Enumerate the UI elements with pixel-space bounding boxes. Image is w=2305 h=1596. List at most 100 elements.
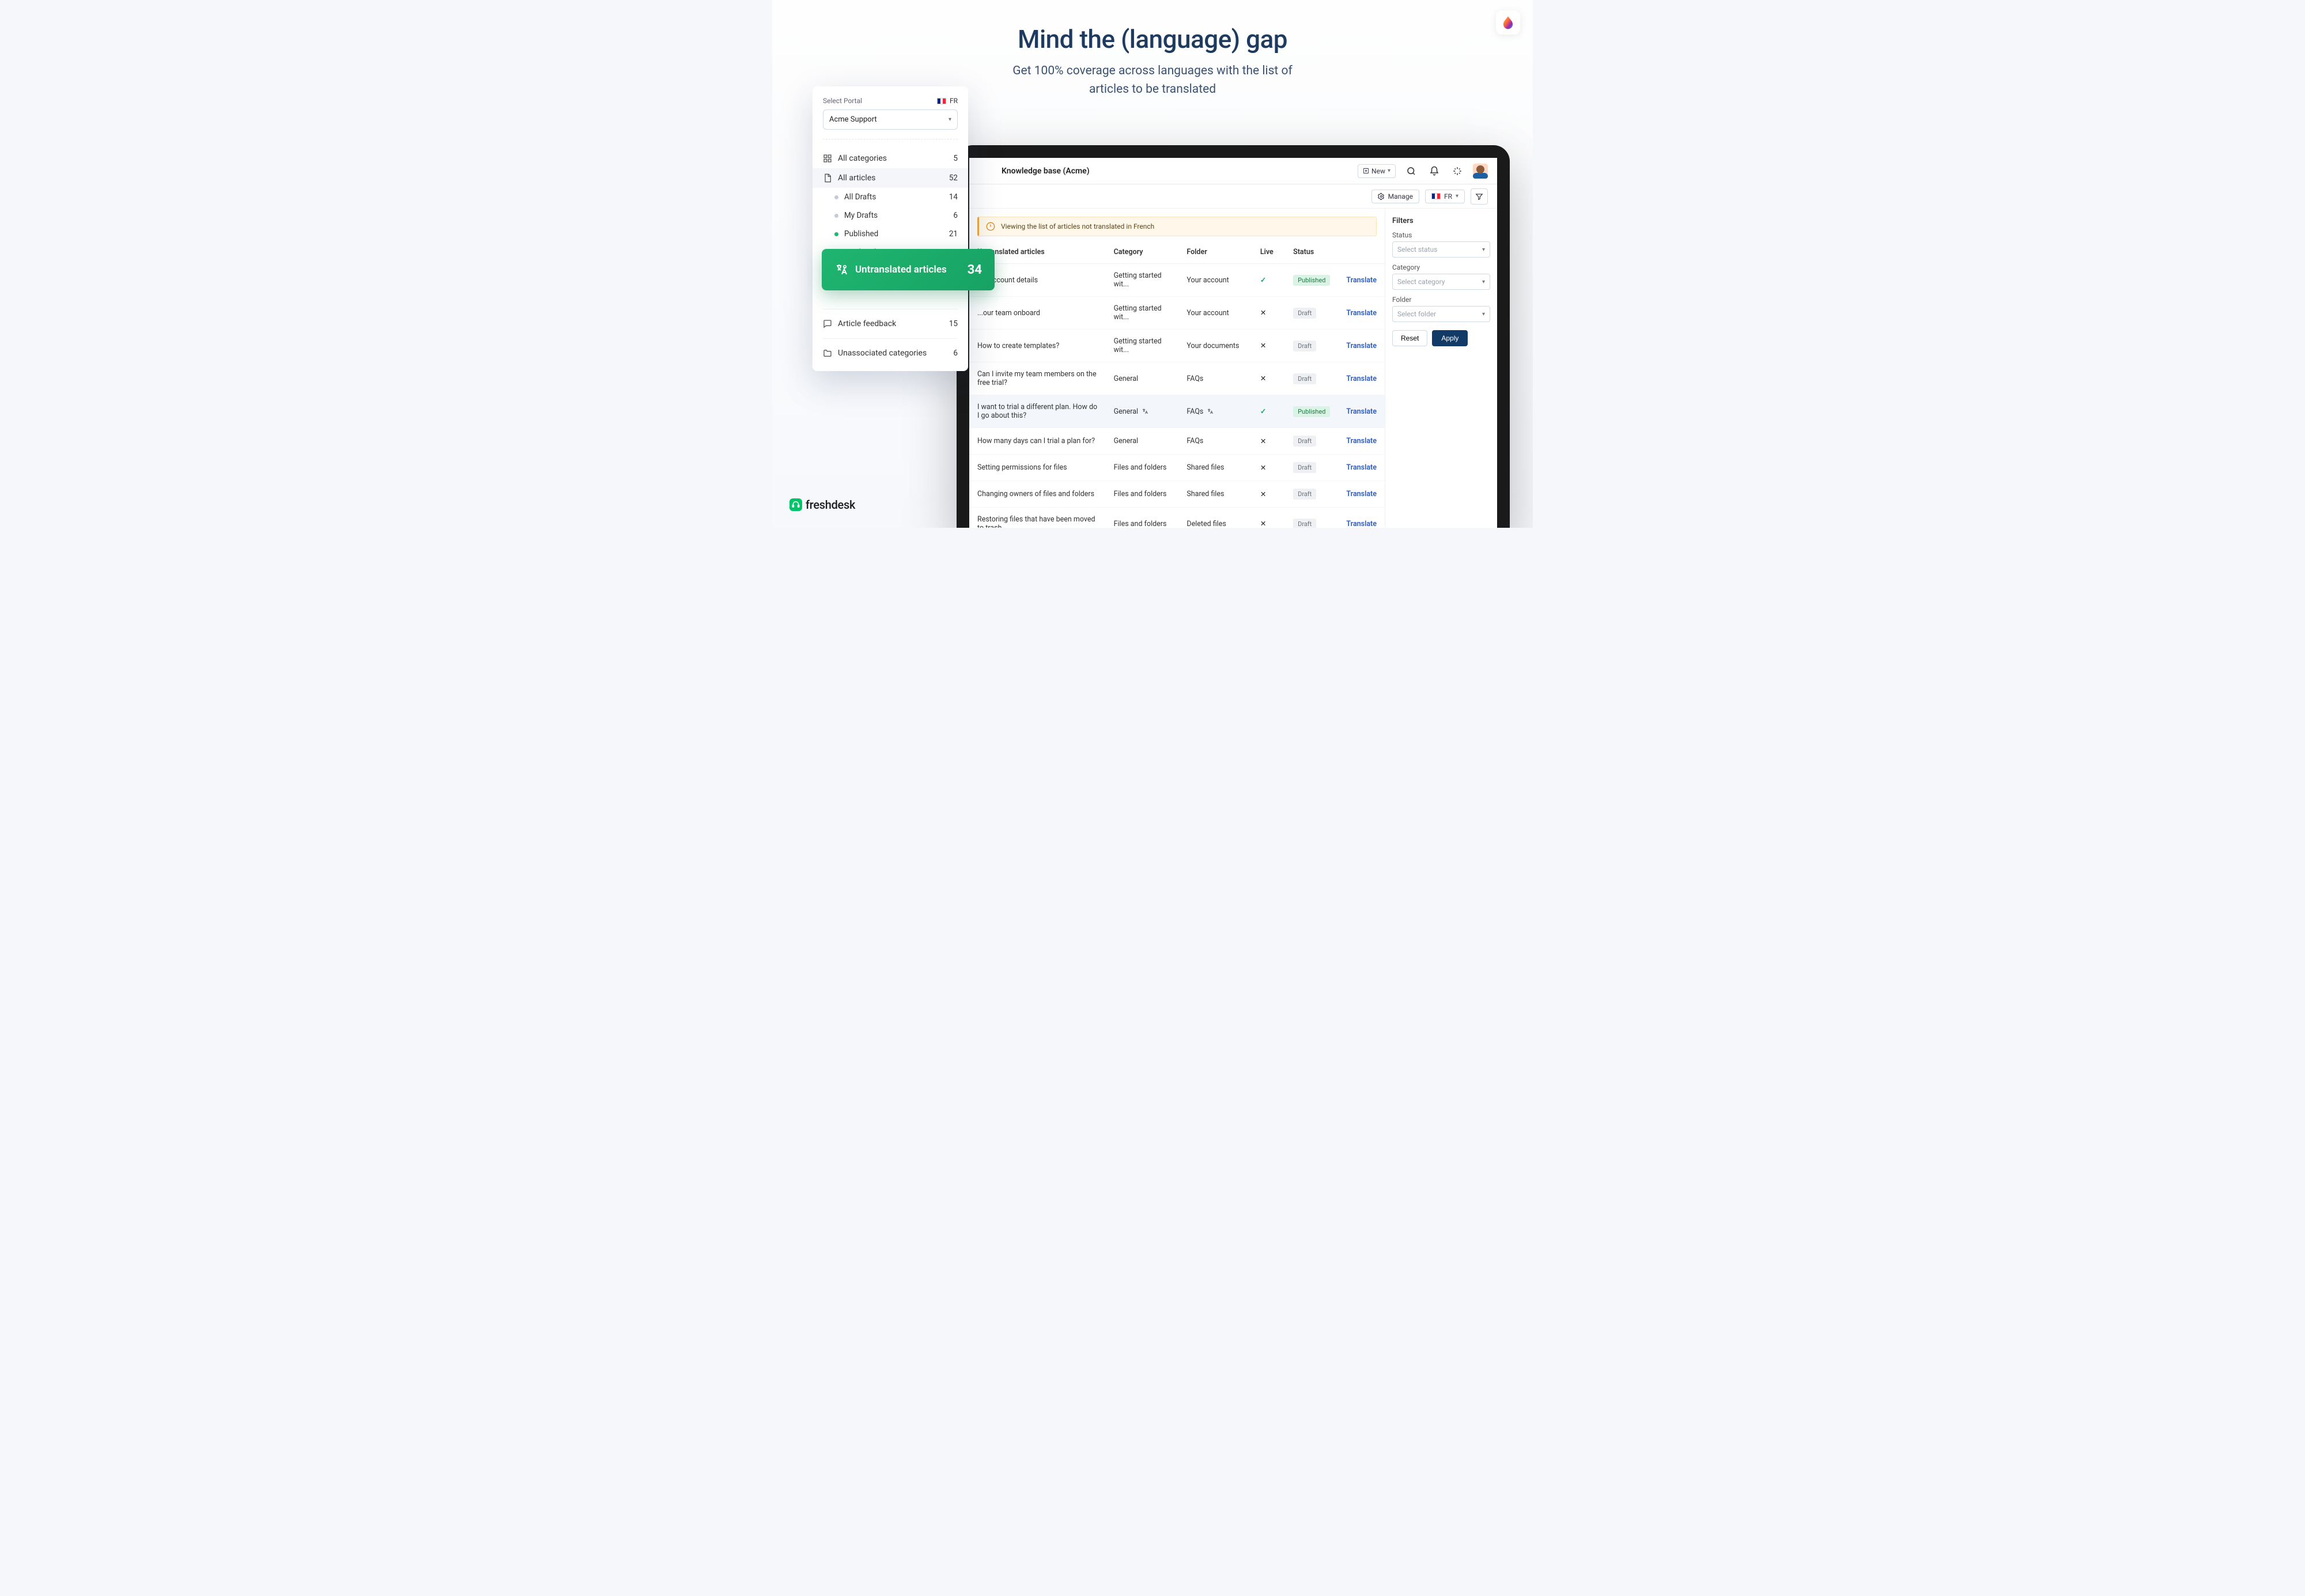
portal-select[interactable]: Acme Support ▾ bbox=[823, 109, 958, 130]
cell-live: ✓ bbox=[1252, 395, 1285, 428]
cell-title: ...our team onboard bbox=[969, 297, 1106, 330]
translate-link[interactable]: Translate bbox=[1346, 309, 1377, 317]
sidebar-sub-all-drafts[interactable]: All Drafts14 bbox=[813, 188, 968, 206]
table-row[interactable]: Setting permissions for filesFiles and f… bbox=[969, 455, 1385, 481]
cell-category: Getting started wit... bbox=[1106, 330, 1179, 362]
x-icon: ✕ bbox=[1260, 464, 1266, 472]
filter-status-select[interactable]: Select status▾ bbox=[1392, 241, 1490, 258]
hero-title: Mind the (language) gap bbox=[772, 24, 1533, 54]
translate-link[interactable]: Translate bbox=[1346, 375, 1377, 383]
chevron-down-icon: ▾ bbox=[1456, 193, 1458, 199]
filter-toggle-button[interactable] bbox=[1471, 188, 1488, 205]
status-badge: Published bbox=[1293, 406, 1330, 417]
col-live[interactable]: Live bbox=[1252, 241, 1285, 264]
alert-icon bbox=[986, 222, 995, 231]
cell-live: ✕ bbox=[1252, 481, 1285, 508]
x-icon: ✕ bbox=[1260, 342, 1266, 350]
filters-panel: Filters Status Select status▾ Category S… bbox=[1385, 209, 1497, 528]
table-row[interactable]: ...g account detailsGetting started wit.… bbox=[969, 264, 1385, 297]
page-title: Knowledge base (Acme) bbox=[1002, 167, 1090, 176]
cell-live: ✕ bbox=[1252, 428, 1285, 455]
freshdesk-logo: freshdesk bbox=[789, 498, 855, 512]
gear-icon bbox=[1378, 193, 1385, 200]
sidebar-lang-code: FR bbox=[950, 97, 958, 105]
banner-text: Viewing the list of articles not transla… bbox=[1001, 222, 1154, 230]
sidebar-sub-published[interactable]: Published21 bbox=[813, 225, 968, 243]
select-portal-label: Select Portal bbox=[823, 97, 862, 105]
x-icon: ✕ bbox=[1260, 309, 1266, 317]
cell-status: Published bbox=[1285, 264, 1338, 297]
table-row[interactable]: I want to trial a different plan. How do… bbox=[969, 395, 1385, 428]
menu-icon[interactable] bbox=[978, 164, 993, 179]
cell-status: Draft bbox=[1285, 362, 1338, 395]
reset-button[interactable]: Reset bbox=[1392, 330, 1427, 346]
cell-title: How many days can I trial a plan for? bbox=[969, 428, 1106, 455]
filter-folder-label: Folder bbox=[1392, 296, 1490, 304]
avatar[interactable] bbox=[1473, 164, 1488, 179]
info-banner: Viewing the list of articles not transla… bbox=[977, 217, 1377, 236]
table-row[interactable]: How many days can I trial a plan for?Gen… bbox=[969, 428, 1385, 455]
cell-folder: Deleted files bbox=[1178, 508, 1252, 528]
sidebar-item-all-categories[interactable]: All categories 5 bbox=[813, 149, 968, 168]
cell-category: Getting started wit... bbox=[1106, 297, 1179, 330]
untranslated-articles-callout[interactable]: Untranslated articles 34 bbox=[822, 249, 995, 290]
cell-live: ✕ bbox=[1252, 455, 1285, 481]
new-button[interactable]: New ▾ bbox=[1358, 164, 1396, 178]
cell-live: ✕ bbox=[1252, 330, 1285, 362]
cell-live: ✓ bbox=[1252, 264, 1285, 297]
bell-icon[interactable] bbox=[1427, 164, 1442, 179]
table-row[interactable]: Restoring files that have been moved to … bbox=[969, 508, 1385, 528]
chevron-down-icon: ▾ bbox=[949, 116, 951, 123]
translate-link[interactable]: Translate bbox=[1346, 520, 1377, 528]
cell-category: Files and folders bbox=[1106, 508, 1179, 528]
app-header: Knowledge base (Acme) New ▾ bbox=[969, 158, 1497, 184]
status-badge: Draft bbox=[1293, 308, 1316, 319]
manage-button[interactable]: Manage bbox=[1371, 190, 1419, 203]
cell-status: Draft bbox=[1285, 455, 1338, 481]
cell-status: Draft bbox=[1285, 330, 1338, 362]
freshdesk-wordmark: freshdesk bbox=[806, 498, 855, 512]
flame-icon bbox=[1501, 15, 1516, 30]
sidebar-item-article-feedback[interactable]: Article feedback 15 bbox=[813, 314, 968, 334]
cell-title: I want to trial a different plan. How do… bbox=[969, 395, 1106, 428]
col-status[interactable]: Status bbox=[1285, 241, 1338, 264]
table-row[interactable]: ...our team onboardGetting started wit..… bbox=[969, 297, 1385, 330]
x-icon: ✕ bbox=[1260, 375, 1266, 383]
check-icon: ✓ bbox=[1260, 276, 1266, 285]
translate-link[interactable]: Translate bbox=[1346, 490, 1377, 498]
translate-link[interactable]: Translate bbox=[1346, 463, 1377, 472]
sidebar-item-all-articles[interactable]: All articles 52 bbox=[813, 168, 968, 188]
cell-category: General bbox=[1106, 395, 1179, 428]
apply-button[interactable]: Apply bbox=[1432, 330, 1468, 346]
filter-folder-select[interactable]: Select folder▾ bbox=[1392, 306, 1490, 322]
cell-title: Can I invite my team members on the free… bbox=[969, 362, 1106, 395]
cell-status: Published bbox=[1285, 395, 1338, 428]
translate-link[interactable]: Translate bbox=[1346, 276, 1377, 285]
cell-folder: Shared files bbox=[1178, 481, 1252, 508]
col-category[interactable]: Category bbox=[1106, 241, 1179, 264]
cell-title: Setting permissions for files bbox=[969, 455, 1106, 481]
table-row[interactable]: How to create templates?Getting started … bbox=[969, 330, 1385, 362]
cell-folder: FAQs bbox=[1178, 362, 1252, 395]
translate-link[interactable]: Translate bbox=[1346, 407, 1377, 416]
table-row[interactable]: Can I invite my team members on the free… bbox=[969, 362, 1385, 395]
headset-icon bbox=[789, 498, 802, 511]
col-folder[interactable]: Folder bbox=[1178, 241, 1252, 264]
sparkle-icon[interactable] bbox=[1450, 164, 1465, 179]
filter-category-select[interactable]: Select category▾ bbox=[1392, 274, 1490, 290]
search-icon[interactable] bbox=[1404, 164, 1419, 179]
table-row[interactable]: Changing owners of files and foldersFile… bbox=[969, 481, 1385, 508]
check-icon: ✓ bbox=[1260, 407, 1266, 416]
flag-fr-icon bbox=[1431, 193, 1441, 199]
chevron-down-icon: ▾ bbox=[1482, 247, 1485, 253]
sidebar-sub-my-drafts[interactable]: My Drafts6 bbox=[813, 206, 968, 225]
flag-fr-icon bbox=[937, 98, 946, 104]
language-selector[interactable]: FR ▾ bbox=[1425, 190, 1465, 203]
translate-link[interactable]: Translate bbox=[1346, 342, 1377, 350]
translate-icon bbox=[834, 263, 848, 277]
translate-link[interactable]: Translate bbox=[1346, 437, 1377, 445]
cell-live: ✕ bbox=[1252, 362, 1285, 395]
portal-sidebar-card: Select Portal FR Acme Support ▾ All cate… bbox=[813, 86, 968, 371]
sidebar-item-unassociated-categories[interactable]: Unassociated categories 6 bbox=[813, 343, 968, 363]
filter-icon bbox=[1475, 192, 1483, 201]
